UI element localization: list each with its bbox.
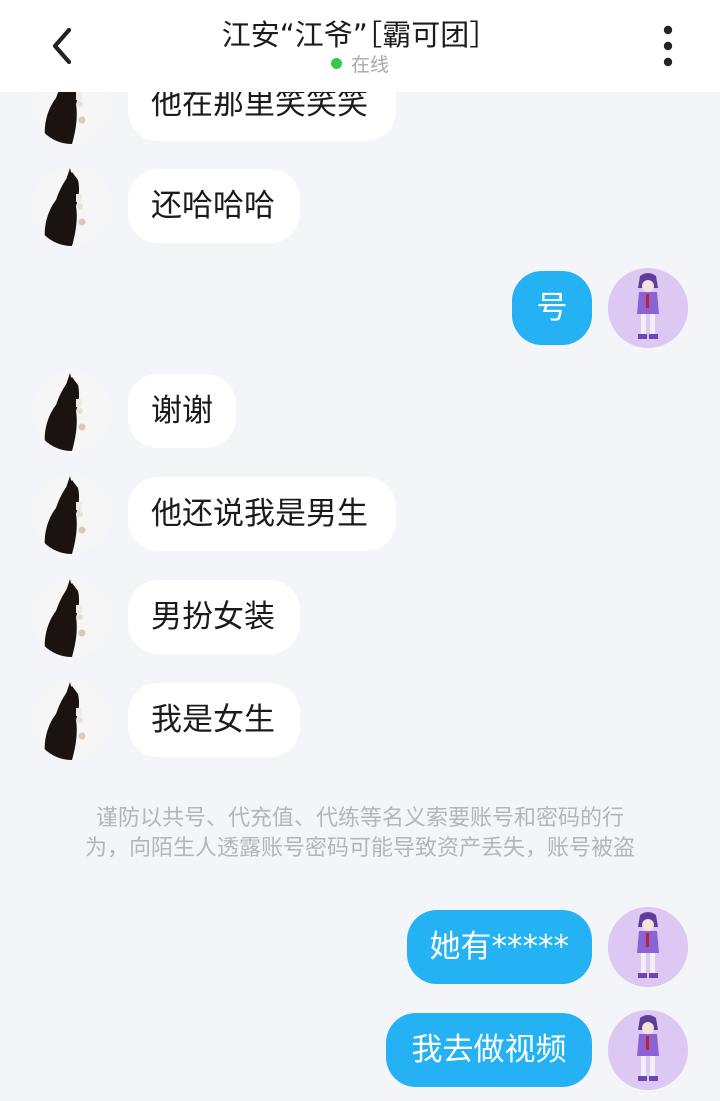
outgoing-message: 号 (0, 268, 720, 348)
message-bubble[interactable]: 还哈哈哈 (128, 169, 300, 243)
contact-avatar[interactable] (32, 577, 112, 657)
my-avatar[interactable] (608, 1010, 688, 1090)
message-bubble[interactable]: 男扮女装 (128, 580, 300, 654)
contact-avatar[interactable] (32, 680, 112, 760)
incoming-message: 我是女生 (0, 680, 720, 760)
contact-avatar[interactable] (32, 371, 112, 451)
more-options-button[interactable] (640, 18, 696, 74)
message-bubble[interactable]: 谢谢 (128, 374, 236, 448)
incoming-message: 男扮女装 (0, 577, 720, 657)
chat-header: 江安“江爷”［霸可团］ 在线 (0, 0, 720, 92)
message-bubble[interactable]: 她有***** (406, 910, 592, 984)
incoming-message: 还哈哈哈 (0, 166, 720, 246)
message-bubble[interactable]: 他还说我是男生 (128, 477, 396, 551)
outgoing-message: 她有***** (0, 907, 720, 987)
incoming-message: 谢谢 (0, 371, 720, 451)
my-avatar[interactable] (608, 268, 688, 348)
online-status: 在线 (0, 50, 720, 77)
online-dot-icon (330, 58, 342, 69)
message-bubble[interactable]: 我去做视频 (386, 1013, 592, 1087)
online-status-label: 在线 (350, 54, 389, 76)
notice-line-2: 为，向陌生人透露账号密码可能导致资产丢失，账号被盗 (84, 836, 635, 861)
chat-title: 江安“江爷”［霸可团］ (221, 18, 499, 52)
message-bubble[interactable]: 我是女生 (128, 683, 300, 757)
more-vertical-icon (663, 25, 673, 67)
message-bubble[interactable]: 号 (512, 271, 592, 345)
contact-avatar[interactable] (32, 474, 112, 554)
security-notice: 谨防以共号、代充值、代练等名义索要账号和密码的行 为，向陌生人透露账号密码可能导… (40, 804, 680, 864)
contact-avatar[interactable] (32, 166, 112, 246)
my-avatar[interactable] (608, 907, 688, 987)
incoming-message: 他还说我是男生 (0, 474, 720, 554)
outgoing-message: 我去做视频 (0, 1010, 720, 1090)
notice-line-1: 谨防以共号、代充值、代练等名义索要账号和密码的行 (95, 806, 624, 831)
